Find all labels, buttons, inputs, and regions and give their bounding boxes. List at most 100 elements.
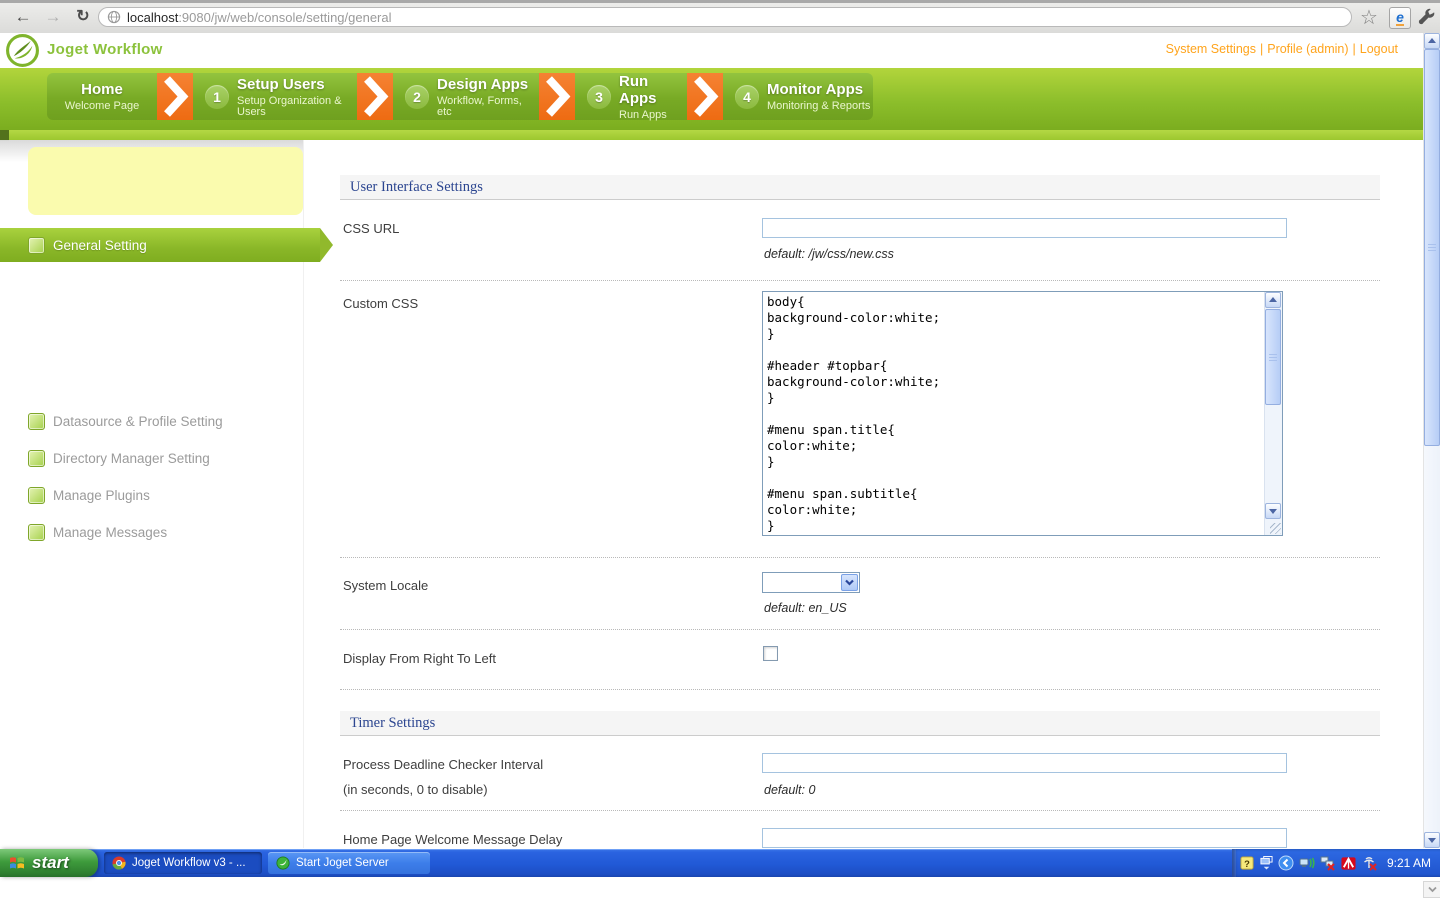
taskbar-task-joget-server[interactable]: Start Joget Server <box>268 852 430 874</box>
system-locale-select[interactable] <box>762 572 860 593</box>
url-host: localhost <box>127 9 179 25</box>
browser-toolbar: ← → ↻ localhost:9080/jw/web/console/sett… <box>0 0 1440 34</box>
deadline-interval-default-hint: default: 0 <box>764 783 816 797</box>
network-disconnected-icon[interactable] <box>1320 855 1336 871</box>
arrow-separator-icon <box>157 73 193 120</box>
custom-css-textarea-wrap: body{ background-color:white; } #header … <box>762 291 1283 536</box>
step-number-badge: 1 <box>205 84 229 109</box>
row-divider <box>340 557 1380 558</box>
link-profile[interactable]: Profile (admin) <box>1267 42 1348 56</box>
deadline-interval-sublabel: (in seconds, 0 to disable) <box>343 782 488 797</box>
tab-subtitle: Setup Organization & Users <box>237 94 342 118</box>
scrollbar-grip <box>1428 244 1436 253</box>
tab-home[interactable]: Home Welcome Page <box>47 73 157 120</box>
settings-sidebar: General Setting Datasource & Profile Set… <box>0 140 333 848</box>
tab-subtitle: Welcome Page <box>64 100 140 112</box>
step-number-badge: 4 <box>735 84 759 109</box>
system-locale-label: System Locale <box>343 578 429 593</box>
step-number-badge: 2 <box>405 84 429 109</box>
bookmark-star-icon[interactable]: ☆ <box>1360 5 1378 30</box>
tab-design-apps[interactable]: 2 Design Apps Workflow, Forms, etc <box>393 73 539 120</box>
language-bar-restore-icon[interactable] <box>1260 855 1273 871</box>
scrollbar-grip <box>1269 354 1277 363</box>
network-activity-icon[interactable] <box>1299 855 1315 871</box>
sidebar-item-manage-plugins[interactable]: Manage Plugins <box>0 485 150 505</box>
css-url-label: CSS URL <box>343 221 400 236</box>
svg-text:?: ? <box>1244 858 1250 868</box>
sidebar-item-label: Datasource & Profile Setting <box>53 413 223 429</box>
tab-run-apps[interactable]: 3 Run Apps Run Apps <box>575 73 687 120</box>
header-links: System Settings | Profile (admin) | Logout <box>1166 42 1398 56</box>
task-label: Joget Workflow v3 - ... <box>132 857 246 869</box>
rtl-label: Display From Right To Left <box>343 651 496 666</box>
logo-text: Joget Workflow <box>47 41 163 58</box>
scroll-down-button[interactable] <box>1265 503 1281 519</box>
forward-button[interactable]: → <box>40 5 66 29</box>
reload-button[interactable]: ↻ <box>70 5 96 29</box>
sidebar-item-manage-messages[interactable]: Manage Messages <box>0 522 167 542</box>
navbar-bottom-strip <box>0 130 1424 140</box>
sidebar-item-label: Manage Messages <box>53 524 168 540</box>
wrench-menu-button[interactable] <box>1416 8 1437 28</box>
system-locale-default-hint: default: en_US <box>764 601 847 615</box>
taskbar-task-chrome[interactable]: Joget Workflow v3 - ... <box>104 852 262 874</box>
menu-square-icon <box>28 449 45 467</box>
tab-setup-users[interactable]: 1 Setup Users Setup Organization & Users <box>193 73 357 120</box>
textarea-resize-handle[interactable] <box>1270 523 1281 534</box>
sidebar-item-label: Directory Manager Setting <box>53 450 210 466</box>
scrollbar-thumb[interactable] <box>1424 49 1440 446</box>
menu-square-icon <box>28 412 45 430</box>
scrollbar-thumb[interactable] <box>1265 309 1281 405</box>
row-divider <box>340 810 1380 811</box>
rtl-checkbox[interactable] <box>763 646 778 661</box>
page-scrollbar[interactable] <box>1423 33 1440 848</box>
deadline-interval-input[interactable] <box>762 753 1287 773</box>
tab-title: Design Apps <box>437 75 529 93</box>
sidebar-item-datasource-profile[interactable]: Datasource & Profile Setting <box>0 411 223 431</box>
link-logout[interactable]: Logout <box>1360 42 1398 56</box>
css-url-input[interactable] <box>762 218 1287 238</box>
windows-taskbar: start Joget Workflow v3 - ... Start Joge… <box>0 849 1440 877</box>
globe-icon <box>107 10 121 24</box>
url-path: :9080/jw/web/console/setting/general <box>178 9 392 25</box>
scroll-up-button[interactable] <box>1424 33 1440 49</box>
arrow-separator-icon <box>539 73 575 120</box>
wireless-disconnected-icon[interactable] <box>1361 855 1377 871</box>
deadline-interval-label: Process Deadline Checker Interval <box>343 757 544 772</box>
start-button[interactable]: start <box>0 849 98 877</box>
link-separator: | <box>1259 42 1264 56</box>
address-bar[interactable]: localhost:9080/jw/web/console/setting/ge… <box>98 7 1352 27</box>
tab-subtitle: Run Apps <box>619 108 667 121</box>
outer-scroll-down-icon[interactable] <box>1423 881 1440 898</box>
tab-title: Home <box>81 81 123 98</box>
screen: ← → ↻ localhost:9080/jw/web/console/sett… <box>0 0 1440 900</box>
tab-subtitle: Workflow, Forms, etc <box>437 94 522 118</box>
scroll-down-button[interactable] <box>1424 832 1440 848</box>
hide-tray-icons-chevron[interactable] <box>1278 855 1294 871</box>
sidebar-item-general-setting[interactable]: General Setting <box>0 228 333 262</box>
sidebar-item-directory-manager[interactable]: Directory Manager Setting <box>0 448 210 468</box>
custom-css-textarea[interactable]: body{ background-color:white; } #header … <box>763 292 1263 533</box>
avira-antivirus-icon[interactable] <box>1341 856 1356 871</box>
ie-tab-extension-button[interactable]: e <box>1389 7 1411 29</box>
textarea-scrollbar[interactable] <box>1264 292 1282 535</box>
welcome-delay-input[interactable] <box>762 828 1287 848</box>
css-url-default-hint: default: /jw/css/new.css <box>764 247 894 261</box>
tab-monitor-apps[interactable]: 4 Monitor Apps Monitoring & Reports <box>723 73 873 120</box>
tab-title: Setup Users <box>237 75 325 93</box>
row-divider <box>340 280 1380 281</box>
section-header-ui-settings: User Interface Settings <box>340 175 1380 200</box>
scroll-up-button[interactable] <box>1265 292 1281 308</box>
help-tray-icon[interactable]: ? <box>1240 855 1255 871</box>
menu-square-icon <box>28 236 45 254</box>
joget-logo-icon <box>5 33 40 68</box>
chrome-icon <box>112 856 126 870</box>
start-label: start <box>32 853 69 872</box>
tab-subtitle: Monitoring & Reports <box>767 100 871 112</box>
link-system-settings[interactable]: System Settings <box>1166 42 1256 56</box>
back-button[interactable]: ← <box>10 5 36 29</box>
nav-tabs: Home Welcome Page 1 Setup Users Setup Or… <box>47 73 873 120</box>
row-divider <box>340 689 1380 690</box>
menu-square-icon <box>28 486 45 504</box>
dropdown-chevron-icon[interactable] <box>841 574 858 591</box>
